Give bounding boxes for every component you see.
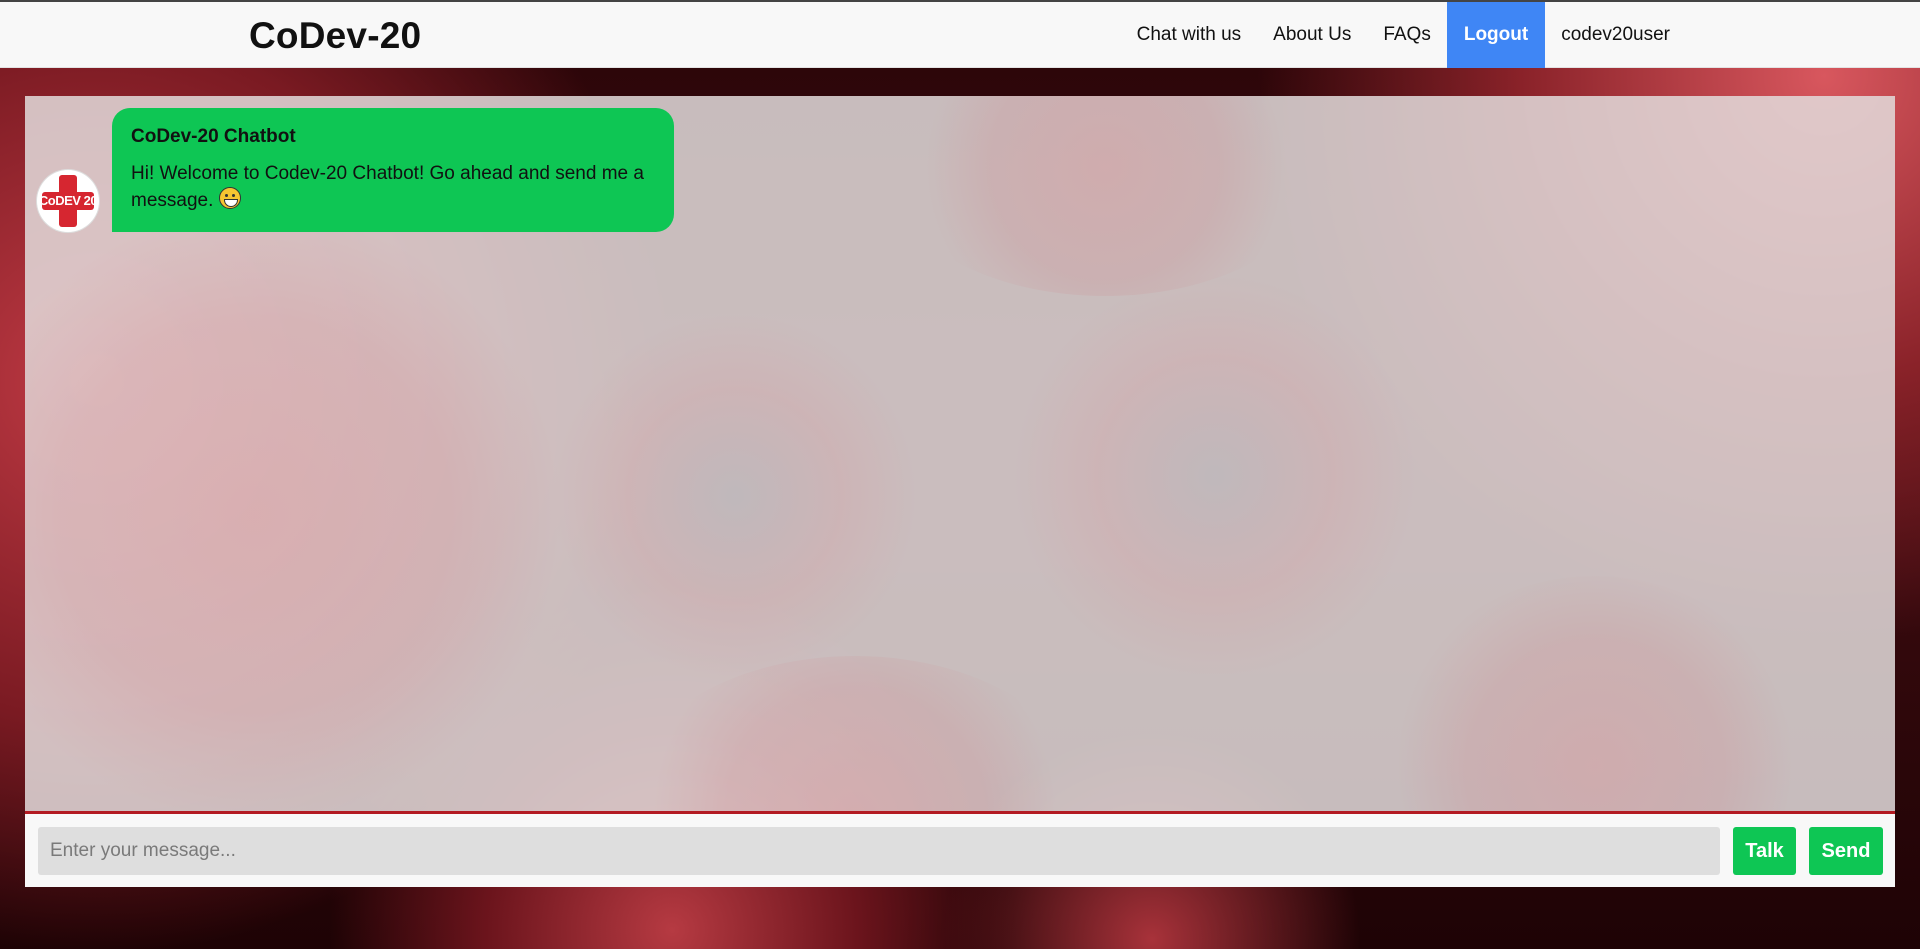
message-composer: Talk Send <box>25 811 1895 887</box>
avatar-logo-text: CoDEV 20 <box>38 193 98 208</box>
virus-background-shape <box>545 306 925 686</box>
message-sender: CoDev-20 Chatbot <box>131 126 296 147</box>
message-input[interactable] <box>38 827 1720 875</box>
bot-message: CoDEV 20 CoDev-20 Chatbot Hi! Welcome to… <box>37 108 674 232</box>
talk-button[interactable]: Talk <box>1733 827 1796 875</box>
main-nav: Chat with us About Us FAQs Logout codev2… <box>1121 2 1686 68</box>
nav-logout[interactable]: Logout <box>1446 2 1546 68</box>
virus-background-shape <box>1385 576 1805 813</box>
message-text: Hi! Welcome to Codev-20 Chatbot! Go ahea… <box>131 163 644 211</box>
top-navbar: CoDev-20 Chat with us About Us FAQs Logo… <box>0 0 1920 68</box>
grinning-face-icon <box>218 187 241 209</box>
virus-background-shape <box>885 96 1325 296</box>
send-button[interactable]: Send <box>1809 827 1883 875</box>
message-bubble: CoDev-20 Chatbot Hi! Welcome to Codev-20… <box>112 108 674 232</box>
nav-faqs[interactable]: FAQs <box>1367 2 1447 68</box>
nav-chat-with-us[interactable]: Chat with us <box>1121 2 1258 68</box>
chatbot-avatar: CoDEV 20 <box>37 170 99 232</box>
nav-username[interactable]: codev20user <box>1545 2 1686 68</box>
virus-background-shape <box>1005 266 1425 686</box>
nav-about-us[interactable]: About Us <box>1257 2 1367 68</box>
brand-logo[interactable]: CoDev-20 <box>249 15 421 57</box>
virus-background-shape <box>25 206 565 813</box>
chat-window[interactable]: CoDEV 20 CoDev-20 Chatbot Hi! Welcome to… <box>25 96 1895 813</box>
